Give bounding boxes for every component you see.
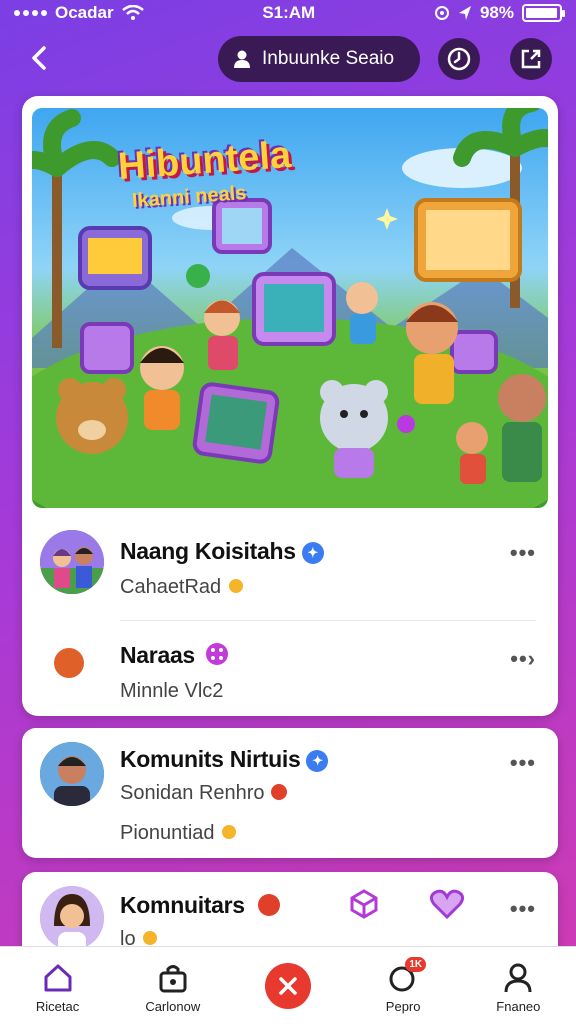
item-subtitle: Minnle Vlc2 xyxy=(120,680,224,702)
item-name-wrap: Komunits Nirtuis ✦ xyxy=(120,746,329,773)
share-icon xyxy=(521,49,541,69)
more-options-button[interactable]: ••› xyxy=(510,646,536,672)
profile-icon xyxy=(501,961,535,995)
item-subtitle-2: Pionuntiad xyxy=(120,822,215,844)
gift-icon[interactable] xyxy=(348,888,380,920)
item-subtitle-2-wrap: Pionuntiad xyxy=(120,822,238,845)
avatar-image xyxy=(40,886,104,950)
share-button[interactable] xyxy=(510,38,552,80)
bag-icon xyxy=(156,961,190,995)
wifi-icon xyxy=(121,5,144,20)
alarm-icon xyxy=(434,6,449,20)
thumbs-icon xyxy=(143,931,158,945)
avatar xyxy=(40,742,104,806)
item-name-wrap: Naraas xyxy=(120,642,229,669)
avatar xyxy=(54,648,84,678)
featured-card: Hibuntela Ikanni neals Naang Koisitahs ✦ … xyxy=(22,96,558,716)
dice-icon xyxy=(206,643,229,665)
nav-label: Pepro xyxy=(385,999,421,1014)
reaction-icon xyxy=(271,784,288,800)
item-name-wrap: Naang Koisitahs ✦ xyxy=(120,538,324,565)
heart-icon[interactable] xyxy=(430,888,464,920)
community-label: Inbuunke Seaio xyxy=(262,48,395,69)
status-bar: Ocadar S1:AM 98% xyxy=(0,0,576,26)
item-name: Naang Koisitahs xyxy=(120,538,296,564)
home-icon xyxy=(41,961,75,995)
more-options-button[interactable]: ••• xyxy=(510,896,536,922)
item-name-wrap: Komnuitars xyxy=(120,892,281,919)
back-button[interactable] xyxy=(22,40,58,76)
community-button[interactable]: Inbuunke Seaio xyxy=(218,36,420,82)
nav-item-profile[interactable]: Fnaneo xyxy=(468,961,568,1014)
clock-icon xyxy=(447,47,471,71)
person-icon xyxy=(234,50,250,68)
item-subtitle: CahaetRad xyxy=(120,576,222,598)
status-left: Ocadar xyxy=(14,3,144,23)
verified-icon: ✦ xyxy=(306,749,329,772)
item-name: Komunits Nirtuis xyxy=(120,746,301,772)
list-item[interactable]: Naang Koisitahs ✦ CahaetRad ••• xyxy=(22,526,558,626)
nav-item-close[interactable] xyxy=(238,961,338,1009)
more-options-button[interactable]: ••• xyxy=(510,540,536,566)
status-right: 98% xyxy=(434,3,565,23)
item-subtitle-wrap: Sonidan Renhro xyxy=(120,782,288,805)
divider xyxy=(120,620,536,621)
list-item[interactable]: Naraas Minnle Vlc2 ••› xyxy=(22,630,558,716)
reaction-icon xyxy=(257,894,280,916)
item-name: Komnuitars xyxy=(120,892,245,918)
item-subtitle: Sonidan Renhro xyxy=(120,782,265,804)
avatar-image xyxy=(40,742,104,806)
battery-fill xyxy=(526,8,558,18)
hero-image[interactable]: Hibuntela Ikanni neals xyxy=(32,108,548,508)
nav-item-home[interactable]: Ricetac xyxy=(8,961,108,1014)
notification-icon: 1K xyxy=(386,957,427,995)
thumbs-icon xyxy=(228,579,243,593)
nav-label: Carlonow xyxy=(145,999,201,1014)
nav-item-shop[interactable]: Carlonow xyxy=(123,961,223,1014)
nav-item-notifications[interactable]: 1K Pepro xyxy=(353,957,453,1014)
nav-label: Fnaneo xyxy=(496,999,541,1014)
bottom-nav: Ricetac Carlonow 1K Pepro Fnaneo xyxy=(0,946,576,1024)
verified-icon: ✦ xyxy=(301,541,324,564)
history-button[interactable] xyxy=(438,38,480,80)
avatar-image xyxy=(40,530,104,594)
chevron-left-icon xyxy=(32,46,46,70)
carrier-label: Ocadar xyxy=(55,3,114,22)
nav-label: Ricetac xyxy=(35,999,80,1014)
post-card[interactable]: Komunits Nirtuis ✦ Sonidan Renhro Pionunt… xyxy=(22,728,558,858)
avatar xyxy=(40,886,104,950)
top-nav: Inbuunke Seaio xyxy=(0,34,576,84)
item-name: Naraas xyxy=(120,642,195,668)
clock: S1:AM xyxy=(262,3,316,22)
avatar xyxy=(40,530,104,594)
battery-icon xyxy=(522,4,565,22)
notification-badge: 1K xyxy=(405,957,427,972)
more-options-button[interactable]: ••• xyxy=(510,750,536,776)
battery-percent: 98% xyxy=(479,3,514,22)
close-icon xyxy=(279,977,297,995)
signal-icon xyxy=(14,10,47,16)
thumbs-icon xyxy=(222,825,237,839)
item-subtitle-wrap: CahaetRad xyxy=(120,576,245,599)
location-icon xyxy=(458,6,471,20)
close-button[interactable] xyxy=(264,963,311,1009)
